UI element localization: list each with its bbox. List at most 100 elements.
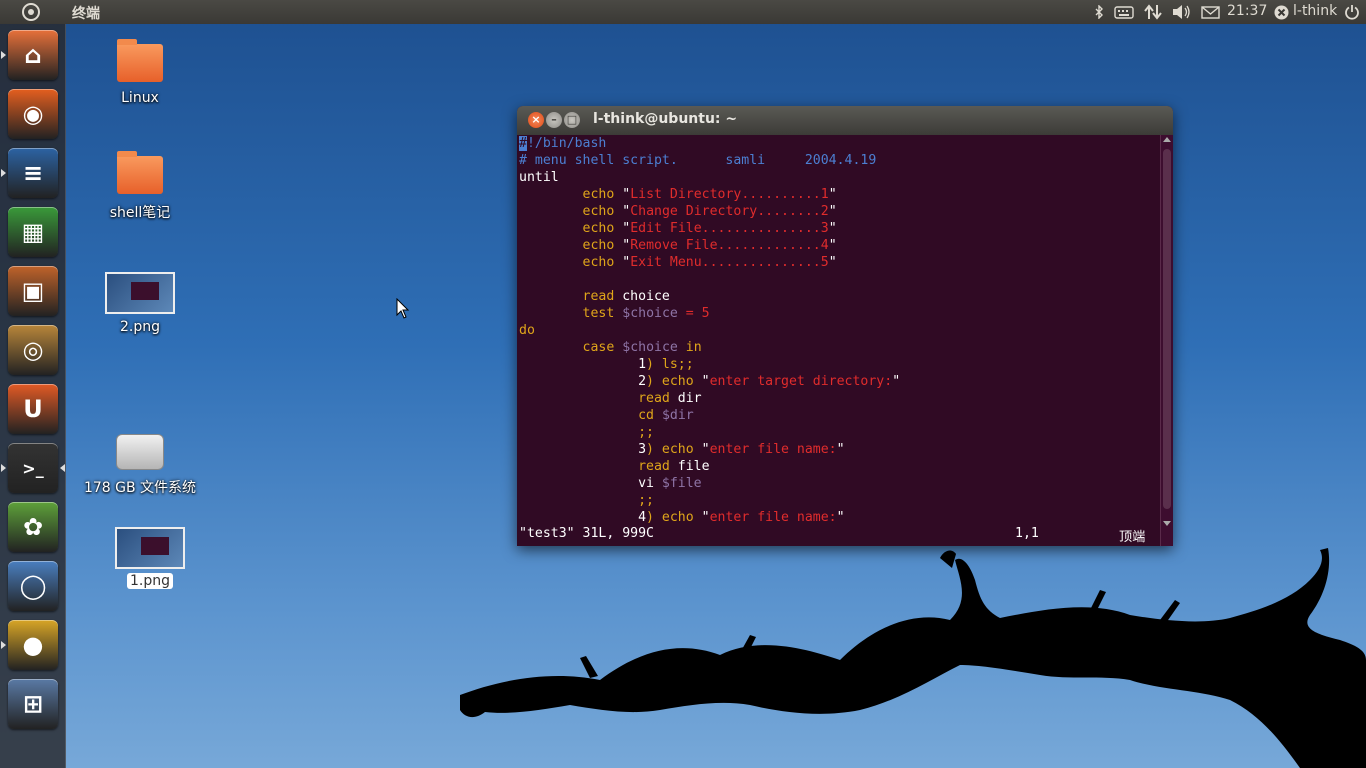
launcher-chromium-icon[interactable]: ◯ [8,561,58,611]
launcher-terminal-icon[interactable]: >_ [8,443,58,493]
vim-status-bar: "test3" 31L, 999C 1,1 顶端 [519,526,1159,545]
launcher-chrome-icon[interactable]: ● [8,620,58,670]
code-token: " [614,238,631,253]
scroll-thumb[interactable] [1163,149,1171,509]
terminal-line: read choice [519,288,1159,305]
code-token: vi [519,476,662,491]
terminal-line: echo "Exit Menu...............5" [519,254,1159,271]
code-token: ) echo [646,374,694,389]
bluetooth-icon[interactable] [1094,5,1104,19]
desktop-image-2png[interactable]: 2.png [100,272,180,335]
code-token: echo [582,238,615,253]
launcher-shotwell-icon[interactable]: ✿ [8,502,58,552]
terminal-line: do [519,322,1159,339]
code-token: Edit File...............3 [630,221,829,236]
launcher-workspaces-icon[interactable]: ⊞ [8,679,58,729]
code-token: = 5 [677,306,710,321]
launcher-libreoffice-calc-icon[interactable]: ▦ [8,207,58,257]
code-token: " [836,442,845,457]
launcher-libreoffice-impress-icon[interactable]: ▣ [8,266,58,316]
launcher-software-center-icon[interactable]: ◎ [8,325,58,375]
minimize-button[interactable]: – [546,112,562,128]
code-token: " [693,442,710,457]
code-token: read [582,289,615,304]
power-icon[interactable] [1344,4,1360,20]
code-token: " [614,187,631,202]
desktop-item-label: 178 GB 文件系统 [83,480,197,496]
code-token: " [693,374,710,389]
code-token: do [519,323,535,338]
mail-icon[interactable] [1201,6,1220,19]
code-token: $dir [661,408,694,423]
terminal-line: until [519,169,1159,186]
code-token: dir [669,391,702,406]
terminal-window[interactable]: × – □ l-think@ubuntu: ~ #!/bin/bash # men… [517,106,1173,546]
terminal-line: read dir [519,390,1159,407]
code-token: ;; [519,493,654,508]
scroll-down-icon[interactable] [1163,521,1171,526]
volume-icon[interactable] [1172,4,1192,20]
desktop-folder-linux[interactable]: Linux [100,39,180,106]
user-name[interactable]: l-think [1293,3,1337,19]
code-token: ) echo [646,510,694,525]
terminal-line: cd $dir [519,407,1159,424]
code-token: " [828,255,837,270]
code-token: " [828,238,837,253]
launcher-home-folder-icon[interactable]: ⌂ [8,30,58,80]
code-token: " [828,204,837,219]
code-token: enter file name: [709,510,837,525]
maximize-button[interactable]: □ [564,112,580,128]
app-title[interactable]: 终端 [72,3,100,23]
code-token: $choice [622,340,678,355]
ubuntu-logo-icon[interactable] [22,3,40,21]
scrollbar[interactable] [1160,135,1173,546]
clock[interactable]: 21:37 [1227,3,1267,19]
window-titlebar[interactable]: × – □ l-think@ubuntu: ~ [517,106,1173,135]
launcher: ⌂ ◉ ≡ ▦ ▣ ◎ U >_ ✿ ◯ ● ⊞ [0,24,66,768]
desktop-image-1png[interactable]: 1.png [110,527,190,589]
network-icon[interactable] [1144,4,1162,20]
terminal-line: echo "Change Directory........2" [519,203,1159,220]
code-token: 2 [519,374,647,389]
code-token: file [669,459,710,474]
code-token: " [614,221,631,236]
terminal-line: test $choice = 5 [519,305,1159,322]
code-token: test [582,306,615,321]
wallpaper-tree-silhouette [460,548,1366,768]
launcher-libreoffice-writer-icon[interactable]: ≡ [8,148,58,198]
desktop-item-label: 2.png [119,319,160,335]
terminal-content[interactable]: #!/bin/bash # menu shell script. samli 20… [519,135,1159,546]
code-token: $file [661,476,702,491]
code-token: 3 [519,442,647,457]
code-token: Remove File.............4 [630,238,829,253]
code-token: List Directory..........1 [630,187,829,202]
terminal-line: 2) echo "enter target directory:" [519,373,1159,390]
desktop-folder-shell-notes[interactable]: shell笔记 [98,151,182,222]
text-cursor: # [519,136,527,151]
launcher-firefox-icon[interactable]: ◉ [8,89,58,139]
terminal-line: echo "Remove File.............4" [519,237,1159,254]
user-status-icon[interactable] [1274,5,1289,20]
code-token: # menu shell script. samli 2004.4.19 [519,153,877,168]
terminal-line: #!/bin/bash [519,135,1159,152]
terminal-line: ;; [519,424,1159,441]
keyboard-icon[interactable] [1114,6,1134,19]
code-token: ) echo [646,442,694,457]
code-token: $choice [622,306,678,321]
close-button[interactable]: × [528,112,544,128]
desktop-drive[interactable]: 178 GB 文件系统 [80,434,200,497]
code-token: read [638,459,670,474]
window-title: l-think@ubuntu: ~ [593,111,738,127]
scroll-up-icon[interactable] [1163,137,1171,142]
code-token: case [582,340,615,355]
running-indicator [1,51,6,59]
terminal-line: echo "Edit File...............3" [519,220,1159,237]
launcher-ubuntu-one-icon[interactable]: U [8,384,58,434]
